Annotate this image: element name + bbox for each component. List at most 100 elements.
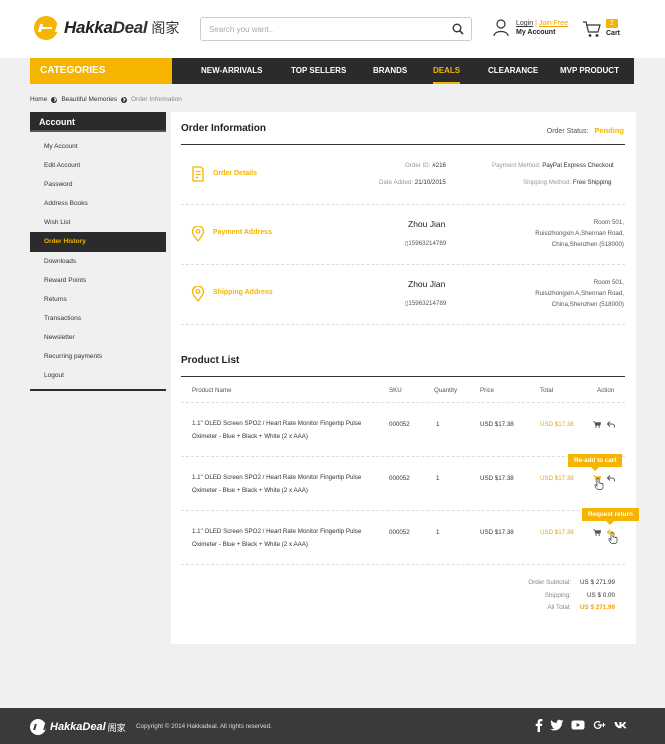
table-row-product-name[interactable]: 1.1" OLED Screen SPO2 / Heart Rate Monit… (192, 525, 382, 551)
product-total: USD $17.38 (540, 421, 574, 428)
product-sku: 000052 (389, 421, 410, 428)
login-link[interactable]: Login (516, 20, 533, 27)
divider (181, 204, 625, 205)
footer-logo[interactable]: HakkaDeal 阁家 (30, 719, 126, 735)
site-footer: HakkaDeal 阁家 Copyright © 2014 Hakkadeal.… (0, 708, 665, 744)
col-header-action: Action (597, 387, 615, 394)
product-name-line: 1.1" OLED Screen SPO2 / Heart Rate Monit… (192, 420, 362, 427)
divider (181, 144, 625, 145)
sidebar-item-recurring-payments[interactable]: Recurring payments (30, 347, 166, 366)
account-area: Login | Join Free My Account (493, 19, 568, 37)
site-logo[interactable]: HakkaDeal 阁家 (34, 16, 179, 40)
product-qty: 1 (436, 475, 440, 482)
shipping-address-lines: Room 501, Ruisizhongxin A,Shennan Road, … (535, 277, 624, 310)
product-total: USD $17.38 (540, 475, 574, 482)
sidebar-item-address-books[interactable]: Address Books (30, 194, 166, 213)
my-account-link[interactable]: My Account (516, 28, 568, 37)
product-sku: 000052 (389, 529, 410, 536)
summary-label: Shipping: (544, 592, 571, 599)
payment-recipient-name: Zhou Jian (408, 219, 446, 229)
main-nav: CATEGORIES NEW-ARRIVALS TOP SELLERS BRAN… (30, 58, 634, 84)
sidebar-item-returns[interactable]: Returns (30, 290, 166, 309)
return-icon[interactable] (607, 475, 615, 482)
nav-new-arrivals[interactable]: NEW-ARRIVALS (201, 58, 262, 84)
cart-count-badge: 2 (606, 19, 618, 28)
payment-method-value: PayPal Express Checkout (542, 162, 614, 169)
address-line: Ruisizhongxin A,Shennan Road, (535, 230, 624, 237)
logo-text: HakkaDeal (64, 18, 148, 37)
youtube-icon[interactable] (571, 718, 585, 732)
table-row-product-name[interactable]: 1.1" OLED Screen SPO2 / Heart Rate Monit… (192, 471, 382, 497)
product-price: USD $17.38 (480, 421, 514, 428)
product-sku: 000052 (389, 475, 410, 482)
nav-clearance[interactable]: CLEARANCE (488, 58, 538, 84)
sidebar-title: Account (30, 112, 166, 132)
status-badge: Pending (594, 126, 624, 135)
col-header-total: Total (540, 387, 554, 394)
product-name-line: 1.1" OLED Screen SPO2 / Heart Rate Monit… (192, 528, 362, 535)
table-row-product-name[interactable]: 1.1" OLED Screen SPO2 / Heart Rate Monit… (192, 417, 382, 443)
logo-badge-icon (34, 16, 58, 40)
footer-brand: HakkaDeal (50, 721, 106, 733)
cart-icon (583, 21, 601, 37)
logo-cn-text: 阁家 (151, 21, 180, 37)
nav-mvp-product[interactable]: MVP PRODUCT (560, 58, 619, 84)
date-added-label: Date Added: (379, 179, 414, 186)
search-input[interactable] (201, 18, 431, 40)
sidebar-item-order-history[interactable]: Order History (30, 232, 166, 252)
copyright-text: Copyright © 2014 Hakkadeal. All rights r… (136, 723, 272, 730)
shipping-recipient-name: Zhou Jian (408, 279, 446, 289)
search-box (200, 17, 472, 41)
location-pin-icon (191, 226, 205, 242)
breadcrumb-category[interactable]: Beautiful Memories (61, 96, 117, 103)
product-price: USD $17.38 (480, 475, 514, 482)
summary-shipping: Shipping: US $ 0.00 (511, 592, 615, 599)
payment-method-label: Payment Method: (492, 162, 541, 169)
join-free-link[interactable]: Join Free (539, 20, 568, 27)
account-sidebar: Account My Account Edit Account Password… (30, 112, 166, 392)
sidebar-item-downloads[interactable]: Downloads (30, 252, 166, 271)
return-icon[interactable] (607, 421, 615, 428)
address-line: Room 501, (593, 279, 624, 286)
cart-small-icon[interactable] (593, 529, 601, 536)
order-id-label: Order ID: (405, 162, 431, 169)
product-qty: 1 (436, 421, 440, 428)
cart-small-icon[interactable] (593, 421, 601, 428)
shipping-method-value: Free Shipping (572, 179, 612, 186)
nav-brands[interactable]: BRANDS (373, 58, 407, 84)
divider (181, 324, 625, 325)
google-plus-icon[interactable] (593, 718, 607, 732)
hand-pointer-icon (594, 478, 604, 490)
user-icon[interactable] (493, 19, 509, 37)
sidebar-item-newsletter[interactable]: Newsletter (30, 328, 166, 347)
sidebar-item-password[interactable]: Password (30, 175, 166, 194)
summary-value: US $ 271.99 (579, 579, 615, 586)
nav-top-sellers[interactable]: TOP SELLERS (291, 58, 346, 84)
shipping-method-label: Shipping Method: (523, 179, 572, 186)
summary-label: Order Subtotal: (528, 579, 571, 586)
order-id-value: #216 (432, 162, 446, 169)
sidebar-item-wish-list[interactable]: Wish List (30, 213, 166, 232)
sidebar-item-reward-points[interactable]: Reward Points (30, 271, 166, 290)
cart-button[interactable]: 2 Cart (582, 19, 620, 43)
sidebar-item-transactions[interactable]: Transactions (30, 309, 166, 328)
categories-menu[interactable]: CATEGORIES (30, 58, 172, 84)
divider (181, 456, 625, 457)
sidebar-item-my-account[interactable]: My Account (30, 137, 166, 156)
search-icon[interactable] (452, 23, 464, 35)
sidebar-item-edit-account[interactable]: Edit Account (30, 156, 166, 175)
twitter-icon[interactable] (550, 718, 564, 732)
col-header-product: Product Name (192, 387, 232, 394)
sidebar-item-logout[interactable]: Logout (30, 366, 166, 385)
date-added-value: 21/10/2015 (414, 179, 446, 186)
product-name-line: Oximeter - Blue + Black + White (2 x AAA… (192, 541, 308, 548)
order-info-title: Order Information (181, 123, 267, 134)
breadcrumb-home[interactable]: Home (30, 96, 47, 103)
vk-icon[interactable] (614, 718, 628, 732)
summary-value: US $ 271.99 (579, 604, 615, 611)
nav-deals[interactable]: DEALS (433, 58, 461, 84)
chevron-right-icon (120, 96, 127, 103)
summary-total: All Total: US $ 271.99 (511, 604, 615, 611)
facebook-icon[interactable] (532, 718, 546, 732)
login-separator: | (535, 20, 537, 27)
